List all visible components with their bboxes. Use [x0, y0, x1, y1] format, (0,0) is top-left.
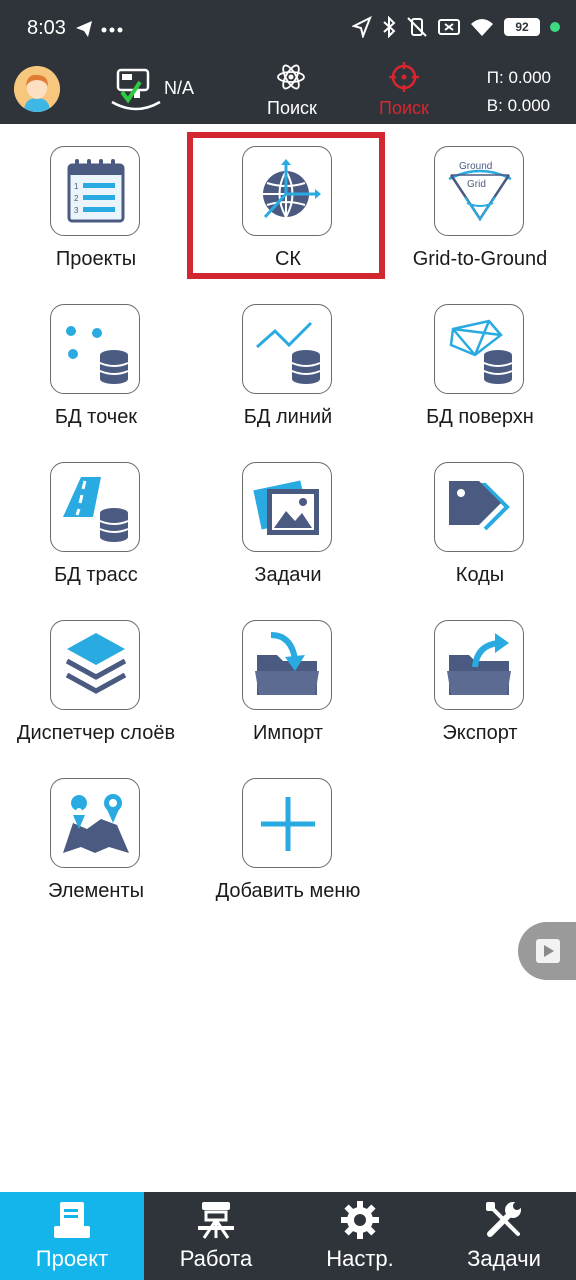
import-folder-icon [242, 620, 332, 710]
search-target-button[interactable]: Поиск [370, 62, 438, 122]
menu-label: БД поверхн [426, 406, 534, 428]
menu-item-grid-to-ground[interactable]: Ground Grid Grid-to-Ground [384, 136, 576, 286]
nav-settings[interactable]: Настр. [288, 1192, 432, 1280]
system-status-icons: 92 [352, 16, 560, 38]
menu-label: Проекты [55, 248, 137, 270]
coord-b: В: 0.000 [486, 96, 551, 115]
status-time: 8:03 [27, 17, 66, 39]
no-sim-icon [438, 19, 460, 35]
menu-item-codes[interactable]: Коды [384, 452, 576, 602]
menu-label: БД точек [54, 406, 138, 428]
top-toolbar: N/A Поиск Поиск П: 0.000 В: 0.000 [0, 56, 576, 124]
menu-item-elements[interactable]: Элементы [0, 768, 192, 918]
menu-label: Импорт [253, 722, 323, 744]
survey-icon [198, 1202, 234, 1239]
menu-item-routes-db[interactable]: БД трасс [0, 452, 192, 602]
menu-item-import[interactable]: Импорт [192, 610, 384, 760]
project-icon [54, 1202, 90, 1238]
menu-item-add-menu[interactable]: Добавить меню [192, 768, 384, 918]
nav-work[interactable]: Работа [144, 1192, 288, 1280]
selection-highlight [187, 132, 385, 279]
search-button[interactable]: Поиск [258, 62, 322, 122]
atom-icon [277, 64, 305, 90]
search-target-label: Поиск [379, 98, 429, 118]
location-icon [352, 16, 372, 38]
menu-label: Коды [455, 564, 505, 586]
menu-label: Задачи [254, 564, 322, 586]
routes-db-icon [50, 462, 140, 552]
receiver-status-icon[interactable] [108, 62, 164, 118]
export-folder-icon [434, 620, 524, 710]
tools-icon [486, 1202, 521, 1237]
nav-project[interactable]: Проект [0, 1192, 144, 1280]
bottom-navigation: Проект Работа Настр. Задачи [0, 1192, 576, 1280]
nav-label: Настр. [326, 1246, 394, 1271]
menu-label: Элементы [48, 880, 144, 902]
menu-label: Экспорт [442, 722, 518, 744]
user-avatar[interactable] [14, 66, 60, 112]
play-icon [536, 939, 560, 963]
privacy-dot [550, 22, 560, 32]
nav-tasks[interactable]: Задачи [432, 1192, 576, 1280]
menu-item-lines-db[interactable]: БД линий [192, 294, 384, 444]
menu-label: Добавить меню [215, 880, 361, 902]
coordinates-readout: П: 0.000 В: 0.000 [487, 64, 551, 120]
nav-label: Работа [179, 1246, 253, 1271]
status-bar: 8:03 92 [0, 0, 576, 56]
floating-media-button[interactable] [518, 922, 576, 980]
add-icon [242, 778, 332, 868]
menu-item-projects[interactable]: 1 2 3 Проекты [0, 136, 192, 286]
menu-label: БД трасс [54, 564, 138, 586]
projects-icon: 1 2 3 [50, 146, 140, 236]
elements-map-icon [50, 778, 140, 868]
menu-label: Диспетчер слоёв [16, 722, 176, 744]
menu-item-export[interactable]: Экспорт [384, 610, 576, 760]
points-db-icon [50, 304, 140, 394]
gear-icon [341, 1201, 379, 1239]
bluetooth-icon [383, 16, 396, 38]
layers-icon [50, 620, 140, 710]
notification-icons [74, 18, 130, 45]
lines-db-icon [242, 304, 332, 394]
svg-text:3: 3 [74, 206, 79, 215]
target-icon [389, 62, 419, 92]
grid-to-ground-icon: Ground Grid [434, 146, 524, 236]
nav-label: Задачи [467, 1246, 541, 1271]
menu-item-surface-db[interactable]: БД поверхн [384, 294, 576, 444]
tasks-image-icon [242, 462, 332, 552]
menu-label: Grid-to-Ground [412, 248, 548, 270]
menu-item-layer-manager[interactable]: Диспетчер слоёв [0, 610, 192, 760]
vibrate-off-icon [407, 17, 427, 37]
svg-text:2: 2 [74, 194, 79, 203]
codes-tag-icon [434, 462, 524, 552]
svg-text:1: 1 [74, 182, 79, 191]
svg-text:Grid: Grid [467, 179, 486, 190]
search-label: Поиск [267, 98, 317, 118]
menu-label: БД линий [243, 406, 333, 428]
receiver-status-text: N/A [164, 78, 195, 98]
surface-db-icon [434, 304, 524, 394]
coord-p: П: 0.000 [486, 68, 551, 87]
menu-item-tasks[interactable]: Задачи [192, 452, 384, 602]
nav-label: Проект [35, 1246, 109, 1271]
menu-item-points-db[interactable]: БД точек [0, 294, 192, 444]
battery-indicator: 92 [504, 18, 540, 36]
wifi-icon [471, 19, 493, 36]
